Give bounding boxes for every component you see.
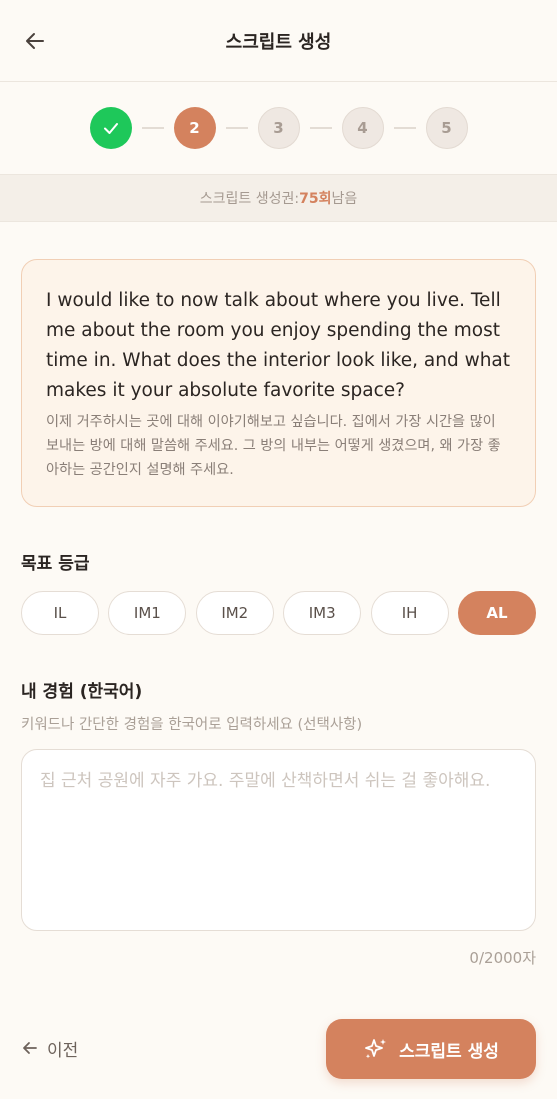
experience-label: 내 경험 (한국어) [21,682,143,702]
checkmark-icon [103,123,118,134]
question-card: I would like to now talk about where you… [21,259,536,507]
arrow-left-icon [23,1042,37,1054]
back-button[interactable] [22,28,48,54]
grade-option-im1[interactable]: IM1 [108,591,187,635]
grade-option-im2[interactable]: IM2 [195,591,274,635]
page-title: 스크립트 생성 [225,31,332,53]
question-english: I would like to now talk about where you… [46,290,511,401]
step-4: 4 [341,107,384,149]
grade-selector: IL IM1 IM2 IM3 IH AL [21,591,536,635]
quota-suffix: 남음 [331,191,358,207]
arrow-left-icon [26,33,44,49]
step-3: 3 [257,107,300,149]
grade-option-ih[interactable]: IH [370,591,449,635]
generate-button-label: 스크립트 생성 [399,1041,499,1062]
prev-button-label: 이전 [47,1040,79,1061]
step-connector [225,127,248,129]
grade-option-al[interactable]: AL [457,591,536,635]
step-1-completed [89,107,132,149]
char-counter: 0/2000자 [469,949,536,967]
experience-helper-text: 키워드나 간단한 경험을 한국어로 입력하세요 (선택사항) [21,717,363,733]
quota-prefix: 스크립트 생성권: [199,191,300,207]
experience-input[interactable] [40,766,517,914]
app-header: 스크립트 생성 [0,0,557,82]
prev-button[interactable]: 이전 [21,1030,78,1066]
quota-banner: 스크립트 생성권: 75회 남음 [0,174,557,222]
grade-option-il[interactable]: IL [21,591,99,635]
step-connector [309,127,332,129]
target-grade-label: 목표 등급 [21,554,90,574]
grade-option-im3[interactable]: IM3 [283,591,362,635]
step-2-current: 2 [173,107,216,149]
question-korean: 이제 거주하시는 곳에 대해 이야기해보고 싶습니다. 집에서 가장 시간을 많… [46,414,501,478]
sparkles-icon [365,1039,387,1059]
quota-count: 75회 [299,191,332,207]
step-connector [141,127,164,129]
progress-stepper: 2 3 4 5 [0,82,557,174]
experience-textarea-container [21,749,536,931]
step-5: 5 [425,107,468,149]
step-connector [393,127,416,129]
generate-script-button[interactable]: 스크립트 생성 [326,1019,536,1079]
